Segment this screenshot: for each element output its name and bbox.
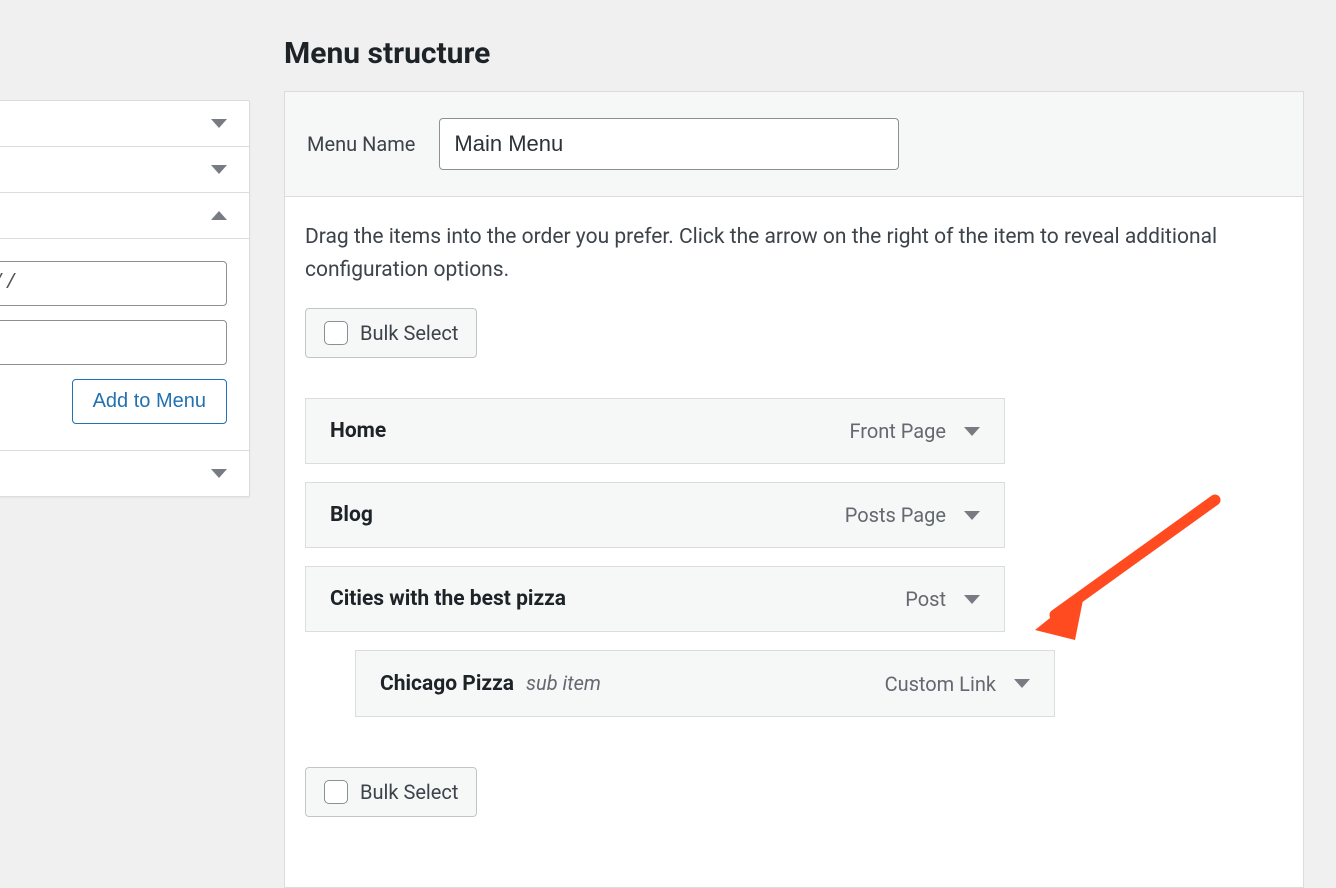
menu-item-title: Cities with the best pizza (330, 587, 566, 611)
menu-item-right: Front Page (849, 419, 980, 443)
bulk-select-top[interactable]: Bulk Select (305, 308, 477, 358)
chevron-down-icon (211, 119, 227, 128)
menu-item-subnote: sub item (526, 671, 601, 695)
chevron-up-icon (211, 211, 227, 220)
panel-body: Drag the items into the order you prefer… (285, 197, 1303, 887)
chevron-down-icon[interactable] (1014, 679, 1030, 688)
panel-header: Menu Name (285, 92, 1303, 197)
chevron-down-icon[interactable] (964, 595, 980, 604)
add-items-sidebar: Add to Menu (0, 100, 250, 497)
menu-item-right: Posts Page (845, 503, 980, 527)
menu-item-type: Posts Page (845, 503, 946, 527)
menu-name-input[interactable] (439, 118, 899, 170)
menu-item[interactable]: Home Front Page (305, 398, 1005, 464)
menu-item[interactable]: Chicago Pizza sub item Custom Link (355, 650, 1055, 717)
menu-name-label: Menu Name (307, 132, 415, 156)
menu-item[interactable]: Blog Posts Page (305, 482, 1005, 548)
url-input[interactable] (0, 261, 227, 306)
menu-structure-main: Menu structure Menu Name Drag the items … (284, 36, 1304, 888)
sidebar-accordion-1[interactable] (0, 101, 249, 147)
menu-item-type: Custom Link (885, 672, 996, 696)
menu-item-type: Front Page (849, 419, 946, 443)
sidebar-accordion-3-header[interactable] (0, 193, 249, 239)
menu-item-title: Home (330, 419, 386, 443)
section-heading: Menu structure (284, 36, 1304, 71)
add-to-menu-button[interactable]: Add to Menu (72, 379, 227, 424)
chevron-down-icon (211, 469, 227, 478)
menu-item-right: Post (905, 587, 980, 611)
menu-item-left: Cities with the best pizza (330, 587, 566, 611)
bulk-select-label: Bulk Select (360, 321, 458, 345)
sidebar-accordion-4[interactable] (0, 451, 249, 496)
menu-item-type: Post (905, 587, 946, 611)
chevron-down-icon[interactable] (964, 427, 980, 436)
link-text-input[interactable] (0, 320, 227, 365)
bulk-select-label: Bulk Select (360, 780, 458, 804)
chevron-down-icon (211, 165, 227, 174)
menu-item-left: Chicago Pizza sub item (380, 671, 601, 696)
instructions-text: Drag the items into the order you prefer… (305, 221, 1283, 286)
custom-link-form: Add to Menu (0, 239, 249, 451)
menu-item-left: Blog (330, 503, 373, 527)
menu-item-title: Chicago Pizza (380, 672, 514, 696)
bulk-select-checkbox[interactable] (324, 321, 348, 345)
bulk-select-bottom[interactable]: Bulk Select (305, 767, 477, 817)
sidebar-accordion-2[interactable] (0, 147, 249, 193)
menu-item-right: Custom Link (885, 672, 1030, 696)
bulk-select-checkbox[interactable] (324, 780, 348, 804)
menu-panel: Menu Name Drag the items into the order … (284, 91, 1304, 888)
menu-item-title: Blog (330, 503, 373, 527)
menu-item[interactable]: Cities with the best pizza Post (305, 566, 1005, 632)
menu-items-list: Home Front Page Blog Posts Page Cities with … (305, 398, 1283, 717)
menu-item-left: Home (330, 419, 386, 443)
chevron-down-icon[interactable] (964, 511, 980, 520)
